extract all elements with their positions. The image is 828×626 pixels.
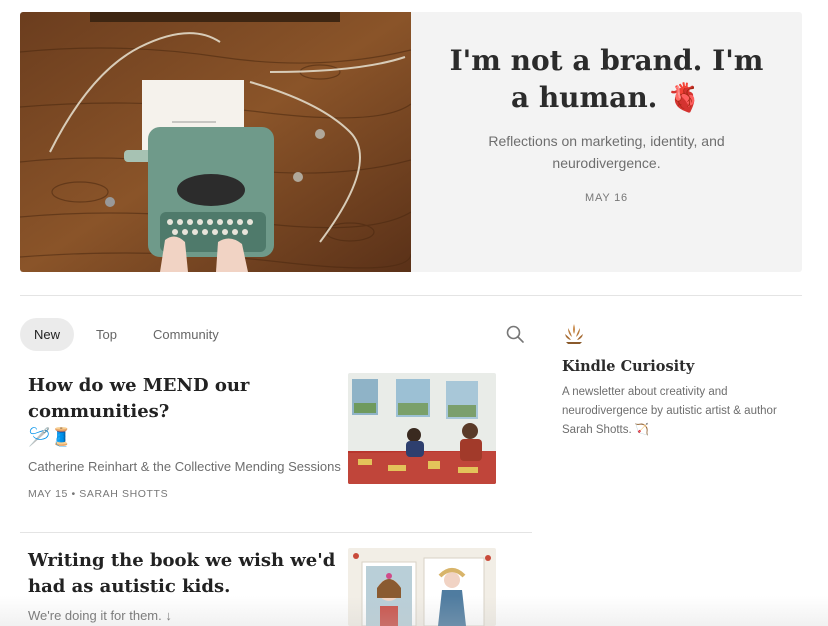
post-title[interactable]: Writing the book we wish we'd had as aut… bbox=[28, 548, 358, 600]
post-meta: MAY 15 • SARAH SHOTTS bbox=[28, 488, 169, 500]
post-title[interactable]: How do we MEND our communities? 🪡🧵 bbox=[28, 373, 358, 451]
tab-new[interactable]: New bbox=[20, 318, 75, 351]
hero-title-text[interactable]: I'm not a brand. I'm a human. bbox=[450, 44, 764, 114]
tab-community[interactable]: Community bbox=[139, 318, 233, 351]
search-icon[interactable] bbox=[505, 324, 525, 344]
hero-text-panel: I'm not a brand. I'm a human. 🫀 Reflecti… bbox=[411, 12, 802, 272]
tab-top[interactable]: Top bbox=[82, 318, 131, 351]
post-filter-tabs: New Top Community bbox=[20, 318, 241, 351]
featured-post-hero[interactable]: I'm not a brand. I'm a human. 🫀 Reflecti… bbox=[20, 12, 802, 272]
publication-description: A newsletter about creativity and neurod… bbox=[562, 386, 777, 436]
section-divider bbox=[20, 295, 802, 296]
hero-typewriter-image[interactable] bbox=[20, 12, 412, 272]
needle-thread-emoji-icon: 🪡🧵 bbox=[28, 427, 73, 448]
hero-title[interactable]: I'm not a brand. I'm a human. 🫀 bbox=[442, 42, 772, 116]
campfire-logo-icon[interactable] bbox=[562, 322, 586, 346]
publication-name[interactable]: Kindle Curiosity bbox=[562, 358, 802, 375]
hero-date: MAY 16 bbox=[585, 192, 628, 204]
heart-emoji-icon: 🫀 bbox=[667, 81, 703, 114]
post-thumbnail[interactable] bbox=[348, 548, 496, 626]
post-divider bbox=[20, 532, 532, 533]
hero-subtitle: Reflections on marketing, identity, and … bbox=[488, 133, 725, 171]
post-title-text[interactable]: How do we MEND our communities? bbox=[28, 375, 249, 422]
publication-sidebar: Kindle Curiosity A newsletter about crea… bbox=[562, 322, 802, 440]
post-thumbnail[interactable] bbox=[348, 373, 496, 484]
